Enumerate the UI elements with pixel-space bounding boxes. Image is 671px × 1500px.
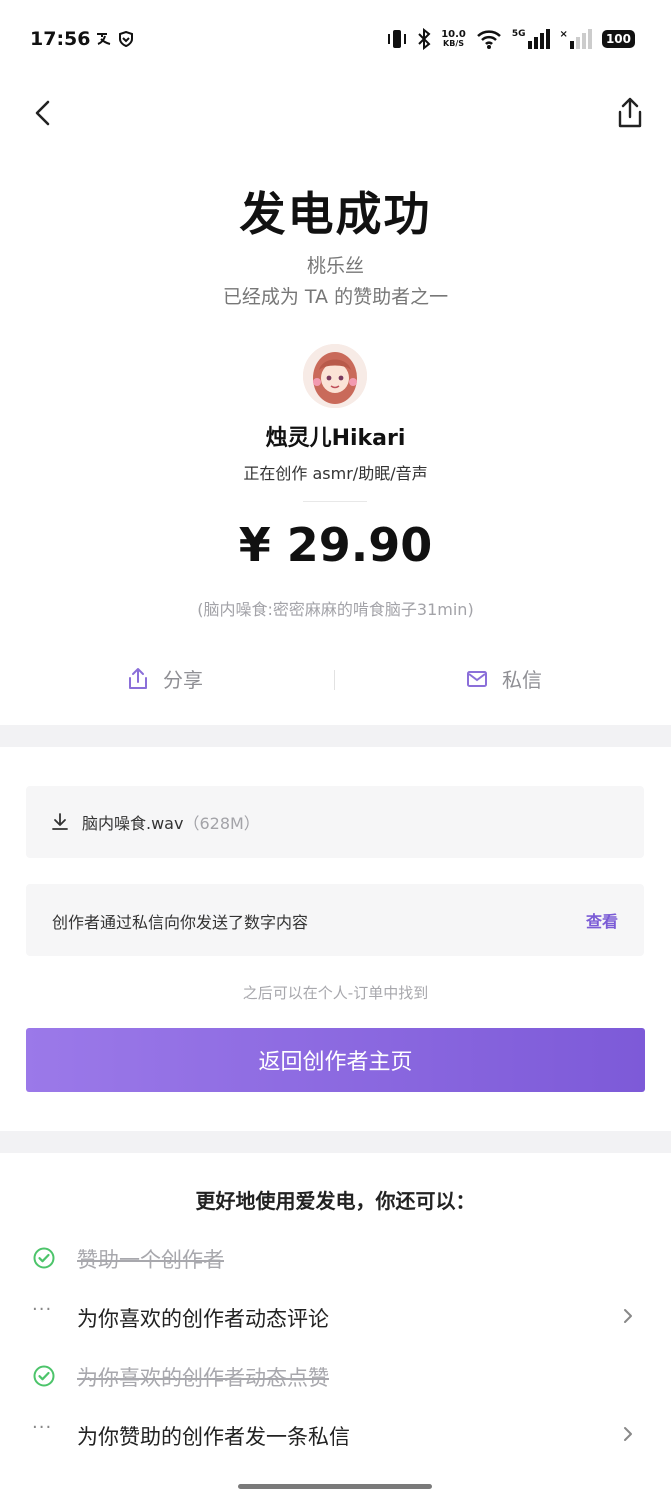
task-item-comment[interactable]: ··· 为你喜欢的创作者动态评论 xyxy=(0,1297,671,1337)
task-label: 赞助一个创作者 xyxy=(77,1248,224,1272)
more-dots-icon: ··· xyxy=(32,1417,53,1438)
net-speed-unit: KB/S xyxy=(443,39,465,48)
net-speed: 10.0 KB/S xyxy=(441,30,466,49)
notification-icon xyxy=(97,33,111,45)
status-left-icons xyxy=(95,30,134,51)
share-label: 分享 xyxy=(163,668,203,692)
chevron-right-icon xyxy=(624,1427,632,1441)
vibrate-icon xyxy=(388,30,407,48)
wifi-icon xyxy=(477,30,501,49)
battery-indicator: 100 xyxy=(601,30,635,48)
file-name-wrap: 脑内噪食.wav（628M） xyxy=(82,810,260,834)
digital-content-row: 创作者通过私信向你发送了数字内容 查看 xyxy=(26,884,644,956)
divider xyxy=(303,501,367,502)
file-name: 脑内噪食.wav xyxy=(82,814,184,833)
action-separator xyxy=(334,670,335,690)
status-bar: 17:56 10.0 KB/S 5G × 100 xyxy=(0,0,671,80)
task-item-message[interactable]: ··· 为你赞助的创作者发一条私信 xyxy=(0,1415,671,1455)
check-circle-icon xyxy=(33,1247,55,1269)
order-hint: 之后可以在个人-订单中找到 xyxy=(242,984,429,1002)
download-file-row[interactable]: 脑内噪食.wav（628M） xyxy=(26,786,644,858)
bluetooth-icon xyxy=(418,28,431,50)
signal-sim2: × xyxy=(560,29,592,49)
task-label: 为你喜欢的创作者动态评论 xyxy=(77,1307,329,1331)
return-to-creator-button[interactable]: 返回创作者主页 xyxy=(26,1028,645,1092)
more-dots-icon: ··· xyxy=(32,1299,53,1320)
home-indicator[interactable] xyxy=(238,1484,432,1489)
status-right-icons: 10.0 KB/S 5G × 100 xyxy=(387,27,635,51)
check-circle-icon xyxy=(33,1365,55,1387)
task-item-sponsor: 赞助一个创作者 xyxy=(0,1238,671,1278)
supporter-status: 已经成为 TA 的赞助者之一 xyxy=(222,286,449,308)
more-section-title: 更好地使用爱发电，你还可以： xyxy=(195,1189,476,1213)
back-arrow-icon[interactable] xyxy=(28,98,58,128)
supporter-name: 桃乐丝 xyxy=(306,255,364,277)
creator-description: 正在创作 asmr/助眠/音声 xyxy=(243,464,428,483)
network-label: 5G xyxy=(511,29,526,39)
success-card: 17:56 10.0 KB/S 5G × 100 发电成功 桃乐丝 已经成为 T… xyxy=(0,0,671,725)
payment-note: (脑内噪食:密密麻麻的啃食脑子31min) xyxy=(197,600,474,619)
creator-name[interactable]: 烛灵儿Hikari xyxy=(0,420,671,452)
download-icon xyxy=(52,813,68,830)
message-action-button[interactable]: 私信 xyxy=(466,664,542,693)
creator-avatar[interactable] xyxy=(303,344,367,408)
view-link[interactable]: 查看 xyxy=(586,908,618,932)
status-time: 17:56 xyxy=(30,28,91,50)
task-label: 为你赞助的创作者发一条私信 xyxy=(77,1425,350,1449)
signal-5g: 5G xyxy=(512,29,550,49)
task-label: 为你喜欢的创作者动态点赞 xyxy=(77,1366,329,1390)
page-title: 发电成功 xyxy=(239,187,432,241)
payment-amount: ¥ 29.90 xyxy=(238,518,433,572)
share-small-icon xyxy=(129,667,147,689)
file-size: （628M） xyxy=(183,814,260,833)
task-item-like: 为你喜欢的创作者动态点赞 xyxy=(0,1356,671,1396)
share-icon[interactable] xyxy=(614,96,646,130)
shield-icon xyxy=(118,30,133,48)
chevron-right-icon xyxy=(624,1309,632,1323)
mail-icon xyxy=(467,670,487,687)
digital-content-text: 创作者通过私信向你发送了数字内容 xyxy=(52,913,309,932)
share-action-button[interactable]: 分享 xyxy=(127,664,203,693)
message-label: 私信 xyxy=(502,668,542,692)
